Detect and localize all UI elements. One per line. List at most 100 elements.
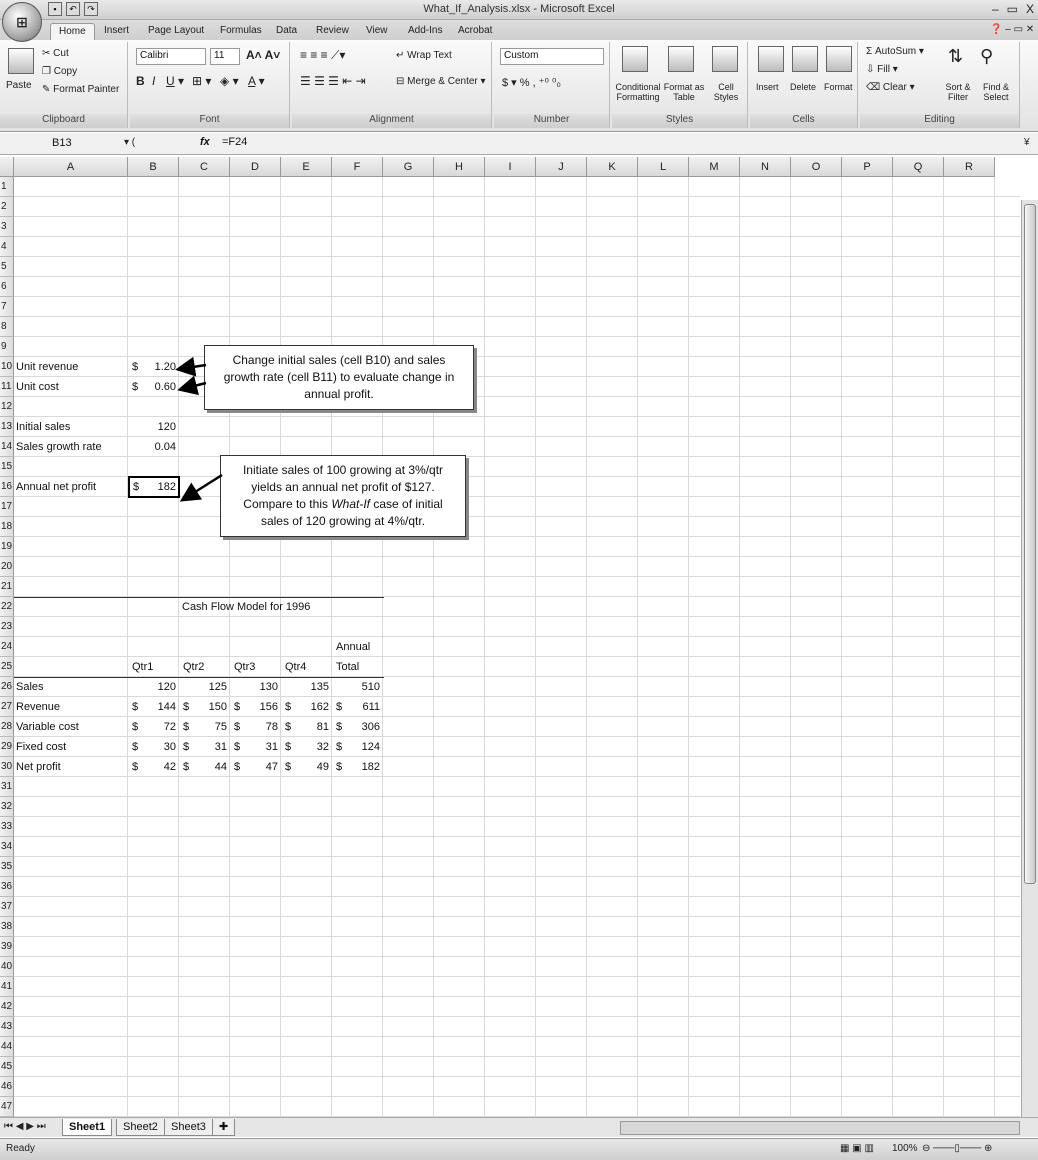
row-label[interactable]: Net profit	[16, 757, 61, 777]
row-header-43[interactable]: 43	[0, 1017, 14, 1037]
paste-button[interactable]: Paste	[6, 80, 32, 91]
table-cell[interactable]: 156	[230, 697, 278, 717]
insert-cells-icon[interactable]	[758, 46, 784, 72]
worksheet-grid[interactable]: ABCDEFGHIJKLMNOPQR 1 2 3 4 5 6 7 8 9 10 11 12 13 14 15…	[0, 157, 1020, 1117]
minimize-button[interactable]: –	[992, 2, 999, 16]
font-color-icon[interactable]: A ▾	[248, 74, 265, 88]
row-label[interactable]: Revenue	[16, 697, 60, 717]
table-cell[interactable]: 81	[281, 717, 329, 737]
sheet-tab-2[interactable]: Sheet2	[116, 1119, 165, 1136]
row-header-39[interactable]: 39	[0, 937, 14, 957]
format-cells-icon[interactable]	[826, 46, 852, 72]
clear-button[interactable]: ⌫ Clear ▾	[866, 82, 915, 93]
conditional-formatting-button[interactable]: Conditional Formatting	[614, 82, 662, 102]
formula-input[interactable]: =F24	[222, 136, 247, 148]
header-qtr1[interactable]: Qtr1	[132, 657, 153, 677]
row-header-37[interactable]: 37	[0, 897, 14, 917]
format-painter-button[interactable]: ✎ Format Painter	[42, 84, 119, 95]
find-select-button[interactable]: Find & Select	[976, 82, 1016, 102]
table-cell[interactable]: 182	[332, 757, 380, 777]
tab-insert[interactable]: Insert	[96, 23, 137, 40]
borders-icon[interactable]: ⊞ ▾	[192, 74, 211, 88]
row-header-27[interactable]: 27	[0, 697, 14, 717]
bold-button[interactable]: B	[136, 74, 145, 88]
row-header-20[interactable]: 20	[0, 557, 14, 577]
row-header-21[interactable]: 21	[0, 577, 14, 597]
fill-color-icon[interactable]: ◈ ▾	[220, 74, 239, 88]
table-cell[interactable]: 611	[332, 697, 380, 717]
row-header-23[interactable]: 23	[0, 617, 14, 637]
table-cell[interactable]: 44	[179, 757, 227, 777]
table-cell[interactable]: 32	[281, 737, 329, 757]
align-left-icon[interactable]: ☰ ☰ ☰ ⇤ ⇥	[300, 74, 366, 88]
tab-review[interactable]: Review	[308, 23, 357, 40]
row-header-42[interactable]: 42	[0, 997, 14, 1017]
cut-button[interactable]: ✂ Cut	[42, 48, 69, 59]
table-cell[interactable]: 135	[281, 677, 329, 697]
underline-button[interactable]: U ▾	[166, 74, 184, 88]
row-header-38[interactable]: 38	[0, 917, 14, 937]
name-box[interactable]: B13	[30, 136, 122, 152]
table-cell[interactable]: 78	[230, 717, 278, 737]
table-cell[interactable]: 75	[179, 717, 227, 737]
column-header-n[interactable]: N	[740, 157, 791, 177]
row-header-28[interactable]: 28	[0, 717, 14, 737]
merge-center-button[interactable]: ⊟ Merge & Center ▾	[396, 76, 486, 87]
header-qtr2[interactable]: Qtr2	[183, 657, 204, 677]
italic-button[interactable]: I	[152, 74, 155, 88]
insert-button[interactable]: Insert	[756, 82, 779, 92]
row-header-44[interactable]: 44	[0, 1037, 14, 1057]
table-cell[interactable]: 42	[128, 757, 176, 777]
paste-icon[interactable]	[8, 48, 34, 74]
zoom-level[interactable]: 100%	[892, 1143, 918, 1154]
fx-icon[interactable]: fx	[200, 136, 210, 148]
name-box-dropdown-icon[interactable]: ▾ (	[124, 137, 135, 148]
row-header-31[interactable]: 31	[0, 777, 14, 797]
horizontal-scrollbar[interactable]	[620, 1121, 1020, 1135]
conditional-formatting-icon[interactable]	[622, 46, 648, 72]
delete-button[interactable]: Delete	[790, 82, 816, 92]
header-qtr3[interactable]: Qtr3	[234, 657, 255, 677]
row-header-25[interactable]: 25	[0, 657, 14, 677]
row-header-46[interactable]: 46	[0, 1077, 14, 1097]
table-cell[interactable]: 30	[128, 737, 176, 757]
header-qtr4[interactable]: Qtr4	[285, 657, 306, 677]
row-header-29[interactable]: 29	[0, 737, 14, 757]
autosum-button[interactable]: Σ AutoSum ▾	[866, 46, 924, 57]
tab-acrobat[interactable]: Acrobat	[450, 23, 500, 40]
column-header-r[interactable]: R	[944, 157, 995, 177]
row-label[interactable]: Sales	[16, 677, 44, 697]
sheet-tab-3[interactable]: Sheet3	[164, 1119, 213, 1136]
table-cell[interactable]: 306	[332, 717, 380, 737]
row-header-24[interactable]: 24	[0, 637, 14, 657]
column-header-l[interactable]: L	[638, 157, 689, 177]
font-name-select[interactable]: Calibri	[136, 48, 206, 65]
table-cell[interactable]: 144	[128, 697, 176, 717]
row-header-26[interactable]: 26	[0, 677, 14, 697]
find-binoculars-icon[interactable]: ⚲	[980, 46, 993, 67]
table-cell[interactable]: 162	[281, 697, 329, 717]
table-cell[interactable]: 47	[230, 757, 278, 777]
cell-f18[interactable]: Annual	[336, 637, 370, 657]
column-header-k[interactable]: K	[587, 157, 638, 177]
table-cell[interactable]: 31	[230, 737, 278, 757]
row-header-47[interactable]: 47	[0, 1097, 14, 1117]
sheet-tab-1[interactable]: Sheet1	[62, 1119, 113, 1136]
tab-data[interactable]: Data	[268, 23, 305, 40]
sort-filter-button[interactable]: Sort & Filter	[940, 82, 976, 102]
column-header-m[interactable]: M	[689, 157, 740, 177]
font-size-select[interactable]: 11	[210, 48, 240, 65]
currency-icon[interactable]: $ ▾ % , ⁺⁰ ⁰₀	[502, 76, 561, 89]
expand-formula-icon[interactable]: ¥	[1024, 137, 1030, 148]
close-button[interactable]: X	[1026, 2, 1034, 16]
row-header-22[interactable]: 22	[0, 597, 14, 617]
format-as-table-button[interactable]: Format as Table	[662, 82, 706, 102]
fill-button[interactable]: ⇩ Fill ▾	[866, 64, 898, 75]
office-button[interactable]: ⊞	[2, 2, 42, 42]
vertical-scrollbar[interactable]	[1021, 200, 1038, 1117]
zoom-slider[interactable]: ⊖ ───▯─── ⊕	[922, 1143, 992, 1154]
table-cell[interactable]: 72	[128, 717, 176, 737]
vertical-scroll-thumb[interactable]	[1024, 204, 1036, 884]
help-icon[interactable]: ❓ – ▭ ✕	[990, 24, 1034, 35]
column-header-q[interactable]: Q	[893, 157, 944, 177]
